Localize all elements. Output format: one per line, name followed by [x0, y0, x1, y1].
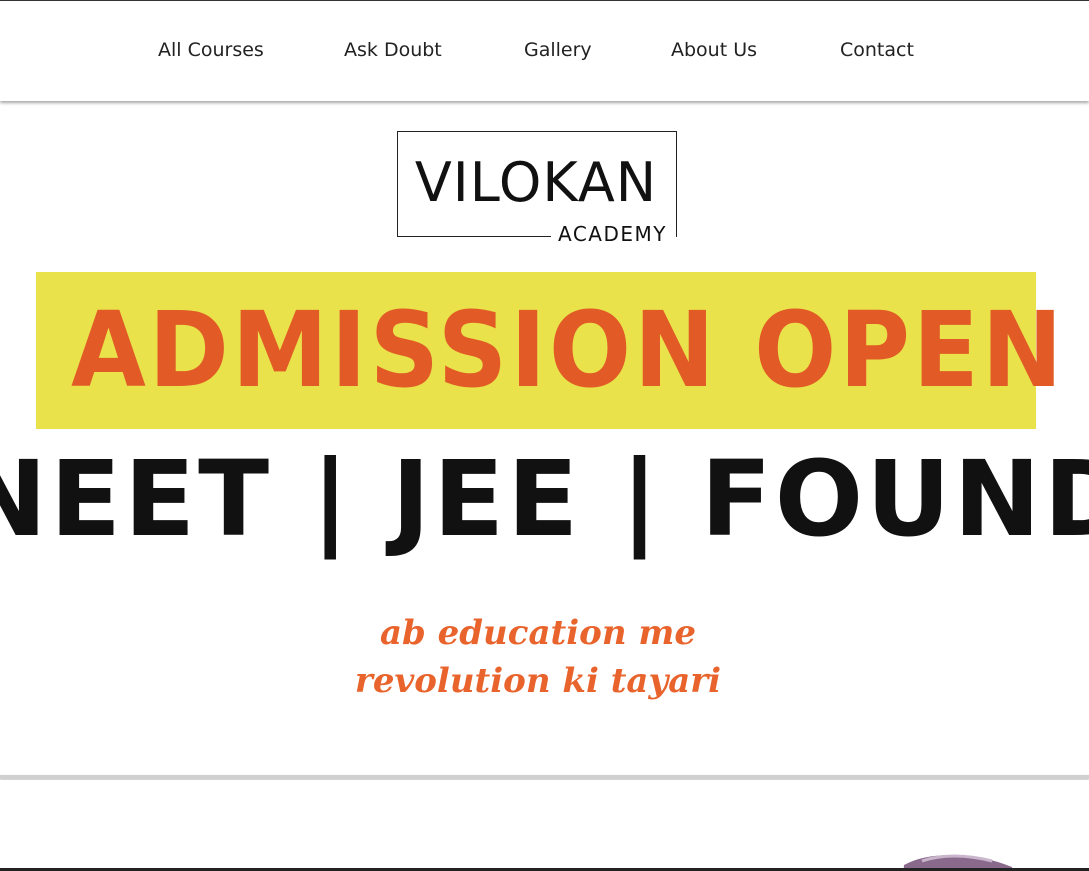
logo-title: VILOKAN: [414, 151, 658, 214]
admission-heading: ADMISSION OPEN: [71, 289, 1066, 411]
logo-subtitle: ACADEMY: [556, 221, 669, 247]
logo-frame-bottom: [397, 236, 551, 237]
section-divider: [0, 775, 1089, 779]
tagline: ab education me revolution ki tayari: [300, 609, 776, 705]
lower-section: [0, 780, 1089, 871]
nav-item-all-courses[interactable]: All Courses: [158, 39, 264, 61]
top-navigation: All Courses Ask Doubt Gallery About Us C…: [0, 0, 1089, 101]
tagline-line-2: revolution ki tayari: [354, 661, 722, 701]
nav-item-about-us[interactable]: About Us: [671, 39, 757, 61]
tagline-line-1: ab education me: [380, 613, 696, 653]
nav-item-contact[interactable]: Contact: [840, 39, 914, 61]
exams-heading: NEET | JEE | FOUNDATION: [0, 438, 1089, 560]
hero-section: VILOKAN ACADEMY ADMISSION OPEN NEET | JE…: [0, 101, 1089, 775]
nav-item-ask-doubt[interactable]: Ask Doubt: [344, 39, 442, 61]
page: All Courses Ask Doubt Gallery About Us C…: [0, 0, 1089, 871]
admission-banner: ADMISSION OPEN: [36, 272, 1066, 429]
nav-item-gallery[interactable]: Gallery: [524, 39, 592, 61]
